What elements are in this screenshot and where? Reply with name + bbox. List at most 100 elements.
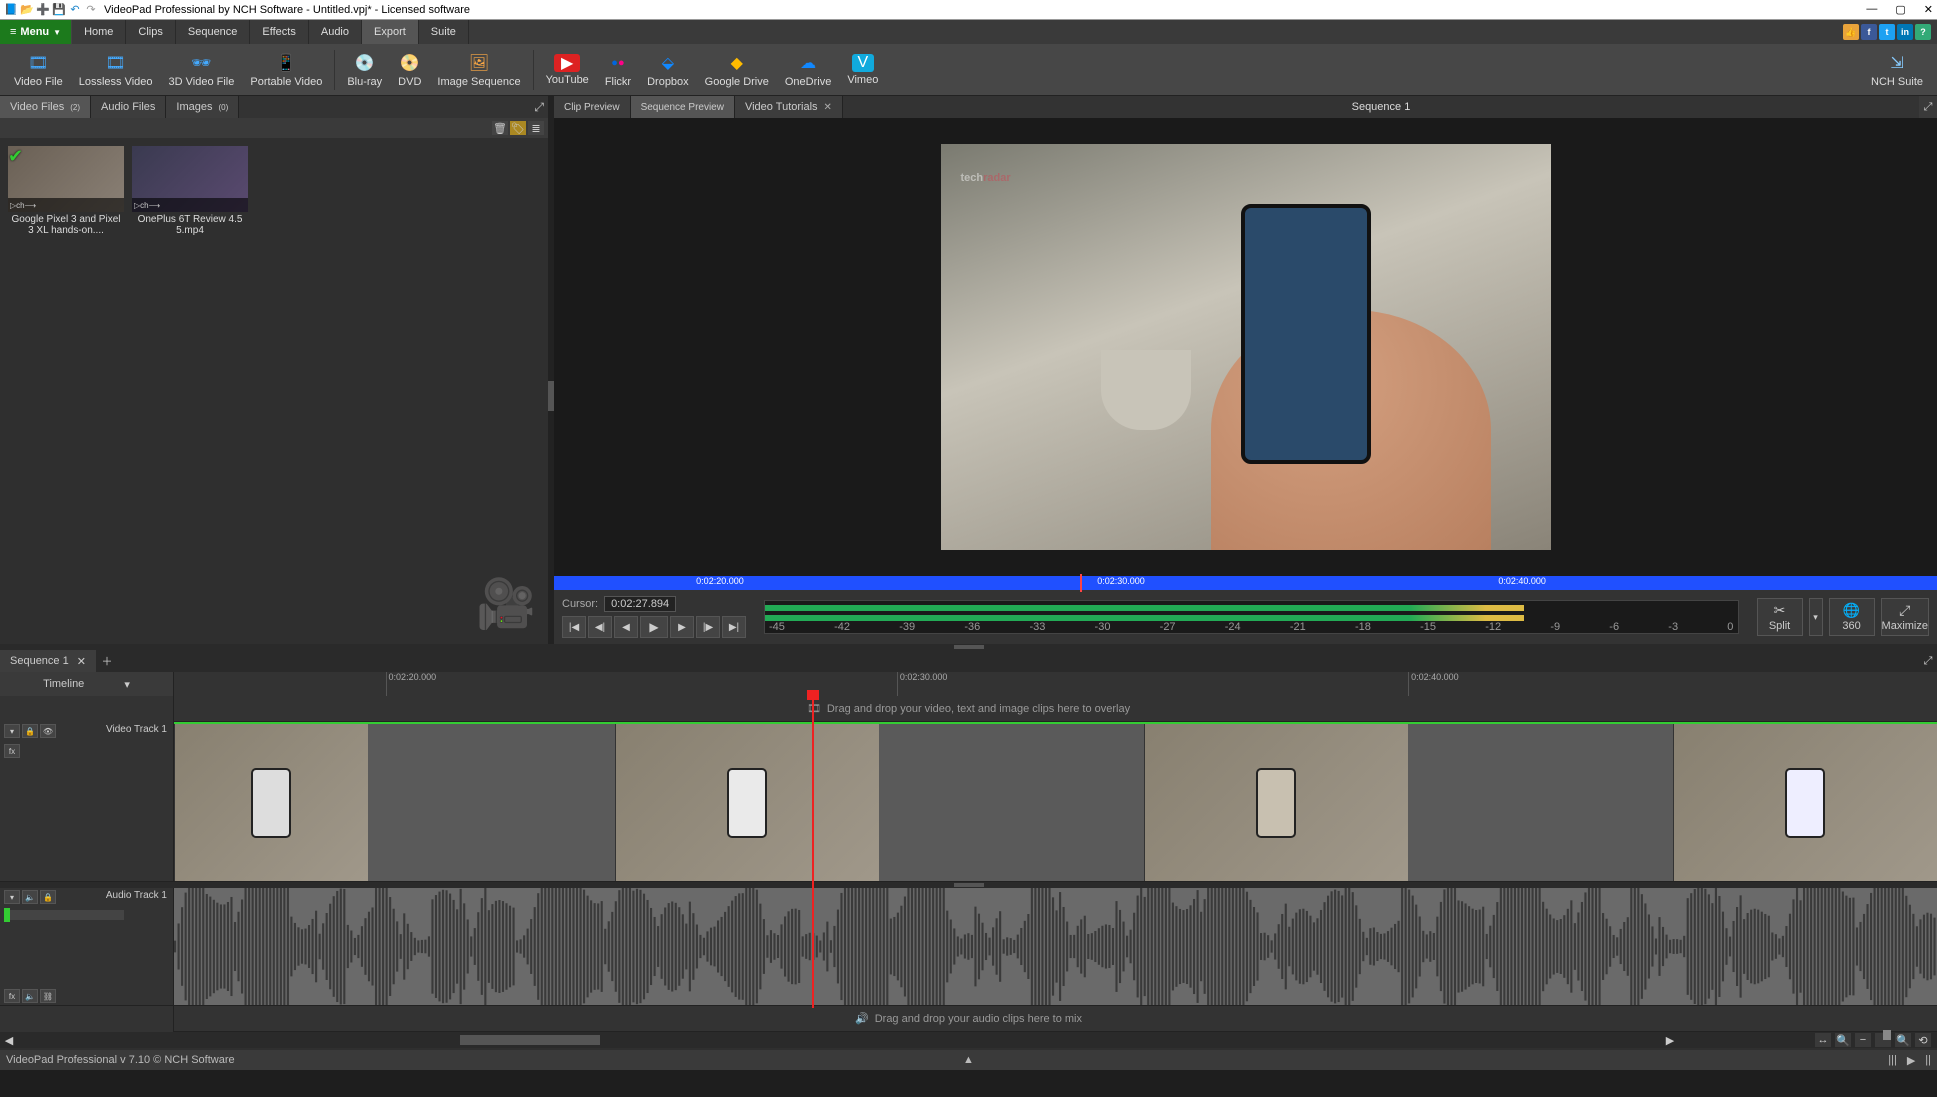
menu-suite[interactable]: Suite <box>419 20 469 44</box>
export-lossless[interactable]: 🎞Lossless Video <box>71 44 161 95</box>
nch-suite-button[interactable]: ⇲NCH Suite <box>1863 44 1931 95</box>
close-button[interactable]: ✕ <box>1924 3 1933 16</box>
clip-item[interactable]: ✔▷ch⟶ Google Pixel 3 and Pixel 3 XL hand… <box>8 146 124 236</box>
restore-preview-icon[interactable]: ⤢ <box>1919 96 1937 118</box>
zoom-out2-icon[interactable]: − <box>1855 1033 1871 1047</box>
scrub-playhead[interactable] <box>1080 574 1082 592</box>
export-dvd[interactable]: 📀DVD <box>390 44 429 95</box>
zoom-slider[interactable] <box>1875 1033 1891 1047</box>
tab-clip-preview[interactable]: Clip Preview <box>554 96 631 118</box>
collapse-up-icon[interactable]: ▲ <box>963 1054 974 1066</box>
close-icon[interactable]: ✕ <box>824 102 832 113</box>
menu-clips[interactable]: Clips <box>126 20 175 44</box>
redo-icon[interactable]: ↷ <box>84 3 98 17</box>
mix-drop-row[interactable]: 🔊Drag and drop your audio clips here to … <box>0 1006 1937 1032</box>
list-view-icon[interactable]: ≣ <box>528 121 544 135</box>
menu-export[interactable]: Export <box>362 20 419 44</box>
export-flickr[interactable]: ●●Flickr <box>597 44 639 95</box>
360-button[interactable]: 🌐360 <box>1829 598 1875 636</box>
timeline-ruler[interactable]: 0:02:20.000 0:02:30.000 0:02:40.000 <box>174 672 1937 696</box>
lock-icon[interactable]: 🔒 <box>40 890 56 904</box>
reverse-button[interactable]: ◀ <box>614 616 638 638</box>
fx-icon[interactable]: fx <box>4 744 20 758</box>
menu-home[interactable]: Home <box>72 20 126 44</box>
export-3d[interactable]: 🕶3D Video File <box>161 44 243 95</box>
fx-icon[interactable]: fx <box>4 989 20 1003</box>
eye-icon[interactable]: 👁 <box>40 724 56 738</box>
restore-bin-icon[interactable]: ⤢ <box>534 100 544 115</box>
split-button[interactable]: ✂Split <box>1757 598 1803 636</box>
menu-audio[interactable]: Audio <box>309 20 362 44</box>
export-vimeo[interactable]: VVimeo <box>839 44 886 95</box>
zoom-out-icon[interactable]: 🔍 <box>1835 1033 1851 1047</box>
overlay-drop-row[interactable]: 🎞Drag and drop your video, text and imag… <box>0 696 1937 722</box>
maximize-preview-button[interactable]: ⤢Maximize <box>1881 598 1929 636</box>
goto-start-button[interactable]: |◀ <box>562 616 586 638</box>
twitter-icon[interactable]: t <box>1879 24 1895 40</box>
tag-icon[interactable]: 🏷 <box>510 121 526 135</box>
preview-viewport[interactable]: techradar <box>941 144 1551 550</box>
video-track-body[interactable]: ✕ <box>174 722 1937 881</box>
volume-slider[interactable] <box>4 910 124 920</box>
expand-icon[interactable]: ▾ <box>4 890 20 904</box>
next-frame-button[interactable]: |▶ <box>696 616 720 638</box>
new-icon[interactable]: ➕ <box>36 3 50 17</box>
export-portable[interactable]: 📱Portable Video <box>242 44 330 95</box>
restore-timeline-icon[interactable]: ⤢ <box>1919 650 1937 672</box>
status-vu-icon[interactable]: ||| <box>1888 1054 1897 1067</box>
tab-images[interactable]: Images(0) <box>166 96 239 118</box>
facebook-icon[interactable]: f <box>1861 24 1877 40</box>
link-icon[interactable]: ⛓ <box>40 989 56 1003</box>
play-button[interactable]: ▶ <box>640 616 668 638</box>
maximize-button[interactable]: ▢ <box>1895 3 1905 16</box>
save-icon[interactable]: 💾 <box>52 3 66 17</box>
goto-end-button[interactable]: ▶| <box>722 616 746 638</box>
close-icon[interactable]: ✕ <box>77 655 86 668</box>
timeline-mode-select[interactable]: Timeline ▾ <box>0 672 174 696</box>
expand-icon[interactable]: ▾ <box>4 724 20 738</box>
scroll-right-icon[interactable]: ▶ <box>1663 1034 1677 1047</box>
export-image-seq[interactable]: 🖼Image Sequence <box>429 44 528 95</box>
export-onedrive[interactable]: ☁OneDrive <box>777 44 839 95</box>
export-gdrive[interactable]: ◆Google Drive <box>697 44 777 95</box>
zoom-in-icon[interactable]: 🔍 <box>1895 1033 1911 1047</box>
menu-sequence[interactable]: Sequence <box>176 20 251 44</box>
mute-icon[interactable]: 🔈 <box>22 890 38 904</box>
linkedin-icon[interactable]: in <box>1897 24 1913 40</box>
menu-button[interactable]: ≡ Menu ▼ <box>0 20 72 44</box>
help-icon[interactable]: ? <box>1915 24 1931 40</box>
minimize-button[interactable]: — <box>1866 3 1877 16</box>
sequence-tab[interactable]: Sequence 1✕ <box>0 650 96 672</box>
forward-button[interactable]: ▶ <box>670 616 694 638</box>
preview-scrubber[interactable]: 0:02:20.000 0:02:30.000 0:02:40.000 <box>554 576 1937 590</box>
export-youtube[interactable]: ▶YouTube <box>538 44 597 95</box>
undo-icon[interactable]: ↶ <box>68 3 82 17</box>
tab-video-files[interactable]: Video Files(2) <box>0 96 91 118</box>
tab-video-tutorials[interactable]: Video Tutorials✕ <box>735 96 843 118</box>
export-video-file[interactable]: 🎞Video File <box>6 44 71 95</box>
lock-icon[interactable]: 🔒 <box>22 724 38 738</box>
fit-icon[interactable]: ↔ <box>1815 1033 1831 1047</box>
delete-icon[interactable]: 🗑 <box>492 121 508 135</box>
split-dropdown[interactable]: ▾ <box>1809 598 1823 636</box>
like-icon[interactable]: 👍 <box>1843 24 1859 40</box>
menu-effects[interactable]: Effects <box>250 20 308 44</box>
audio-track-body[interactable] <box>174 888 1937 1005</box>
open-icon[interactable]: 📂 <box>20 3 34 17</box>
status-pause-icon[interactable]: || <box>1925 1054 1931 1067</box>
horizontal-splitter[interactable] <box>0 644 1937 650</box>
export-bluray[interactable]: 💿Blu-ray <box>339 44 390 95</box>
status-play-icon[interactable]: ▶ <box>1907 1054 1915 1067</box>
mute-icon[interactable]: 🔈 <box>22 989 38 1003</box>
scroll-thumb[interactable] <box>460 1035 600 1045</box>
tab-audio-files[interactable]: Audio Files <box>91 96 166 118</box>
zoom-reset-icon[interactable]: ⟲ <box>1915 1033 1931 1047</box>
clip-marker: ▷ch⟶ <box>8 198 124 212</box>
add-sequence-button[interactable]: ＋ <box>96 650 118 672</box>
scroll-left-icon[interactable]: ◀ <box>2 1034 16 1047</box>
tab-sequence-preview[interactable]: Sequence Preview <box>631 96 735 118</box>
clip-item[interactable]: ▷ch⟶ OnePlus 6T Review 4.5 5.mp4 <box>132 146 248 236</box>
timeline-hscroll[interactable]: ◀ ▶ ↔ 🔍 − 🔍 ⟲ <box>0 1032 1937 1048</box>
export-dropbox[interactable]: ⬙Dropbox <box>639 44 697 95</box>
prev-frame-button[interactable]: ◀| <box>588 616 612 638</box>
